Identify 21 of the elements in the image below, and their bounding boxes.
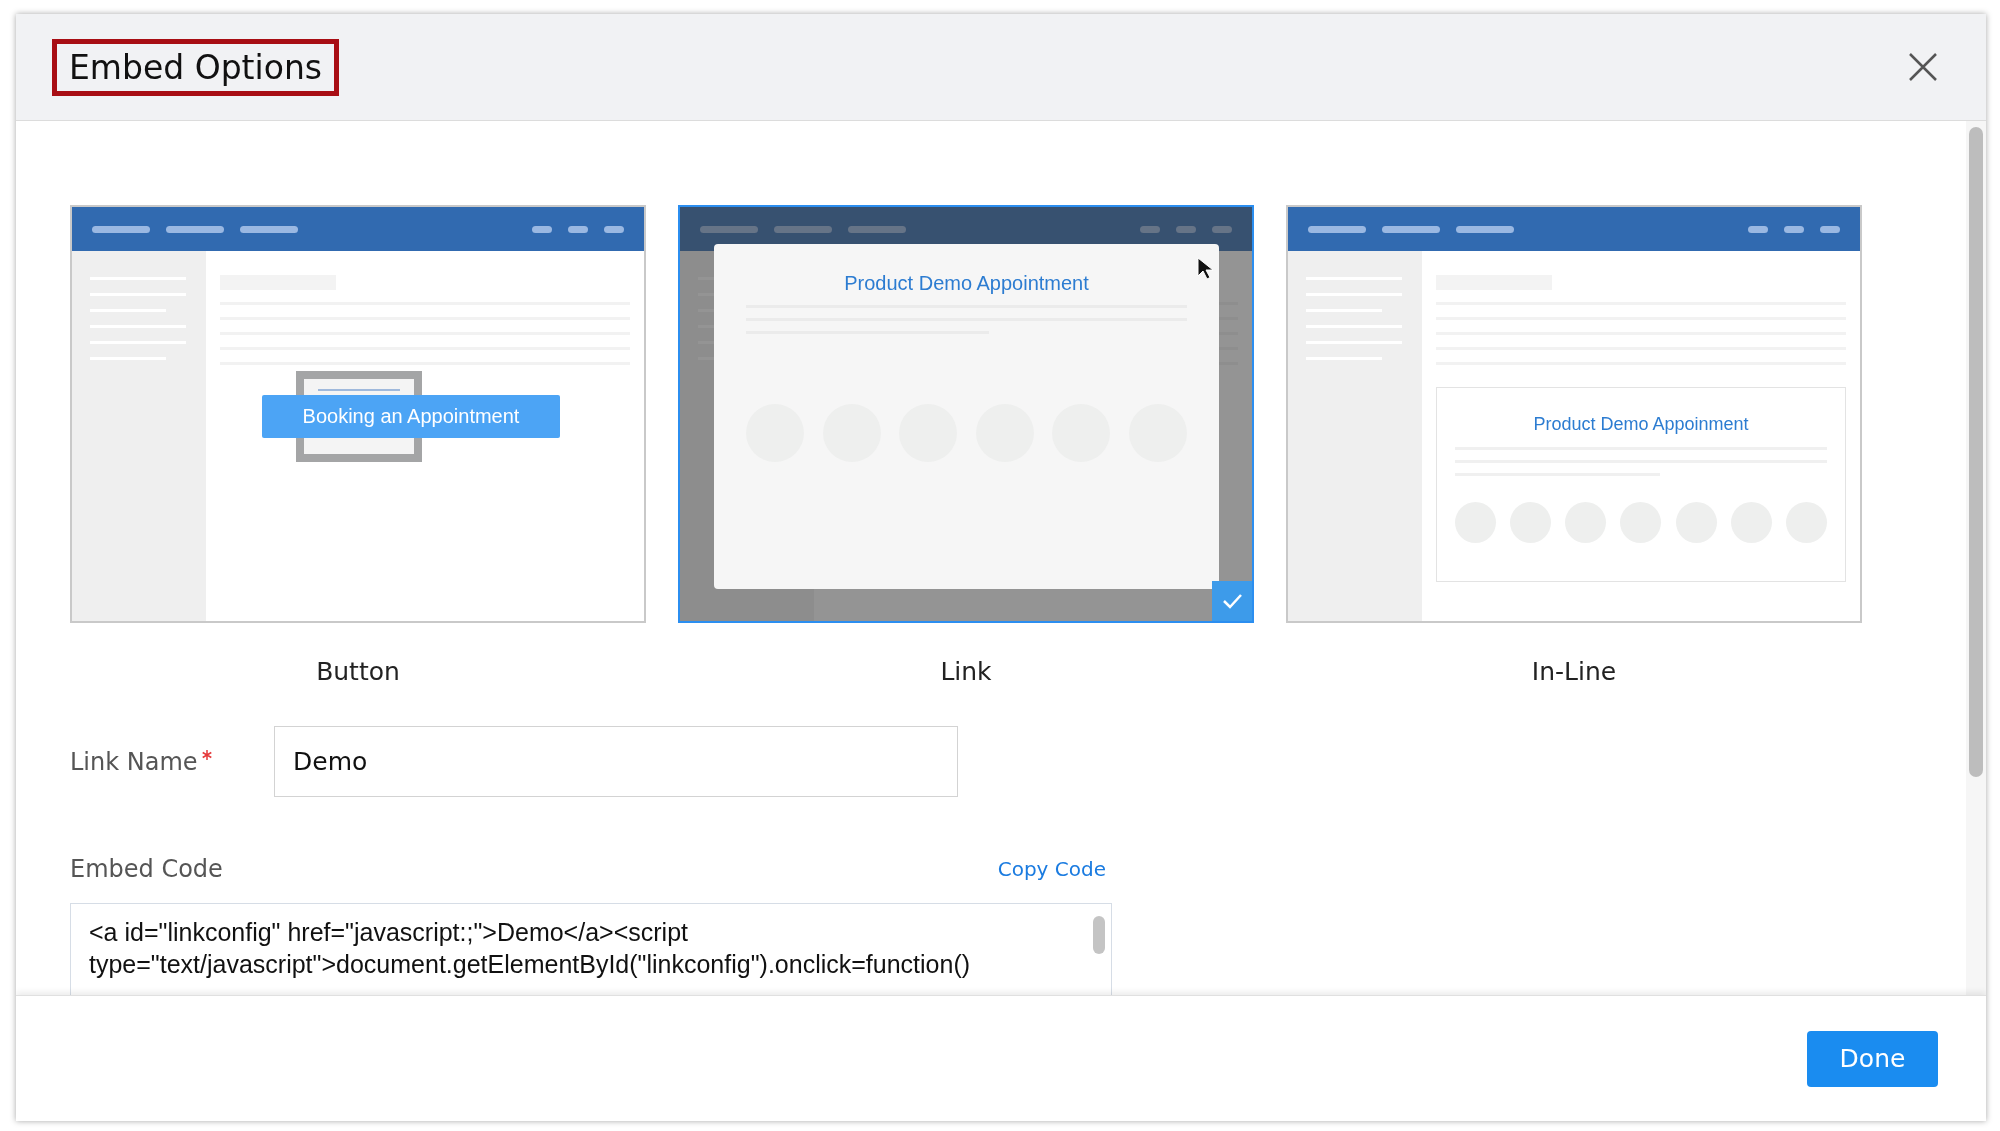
option-label: Link — [940, 657, 992, 686]
code-line: type="text/javascript">document.getElementById("linkconfig").onclick=function() — [89, 949, 972, 980]
dialog-title: Embed Options — [52, 38, 339, 96]
embed-option-card[interactable]: Product Demo Appointment — [678, 205, 1254, 623]
close-icon[interactable] — [1908, 52, 1938, 82]
scrollbar-thumb[interactable] — [1093, 916, 1105, 954]
copy-code-link[interactable]: Copy Code — [997, 857, 1106, 881]
option-label: In-Line — [1531, 657, 1617, 686]
code-line: <a id="linkconfig" href="javascript:;">Demo</a><script — [89, 917, 689, 948]
link-name-field[interactable]: Demo — [274, 726, 958, 797]
form-title: Product Demo Appointment — [844, 272, 1089, 295]
checkmark-icon — [1212, 581, 1252, 621]
scrollbar-thumb[interactable] — [1969, 127, 1983, 777]
done-button[interactable]: Done — [1807, 1030, 1938, 1087]
embed-option-card[interactable]: Product Demo Appoinment — [1286, 205, 1862, 623]
embed-option-card[interactable]: Booking an Appointment — [70, 205, 646, 623]
form-title: Product Demo Appoinment — [1533, 414, 1749, 435]
field-label: Link Name — [70, 747, 198, 776]
field-label: Embed Code — [70, 855, 223, 883]
booking-button-preview: Booking an Appointment — [262, 395, 560, 438]
option-label: Button — [316, 657, 400, 686]
